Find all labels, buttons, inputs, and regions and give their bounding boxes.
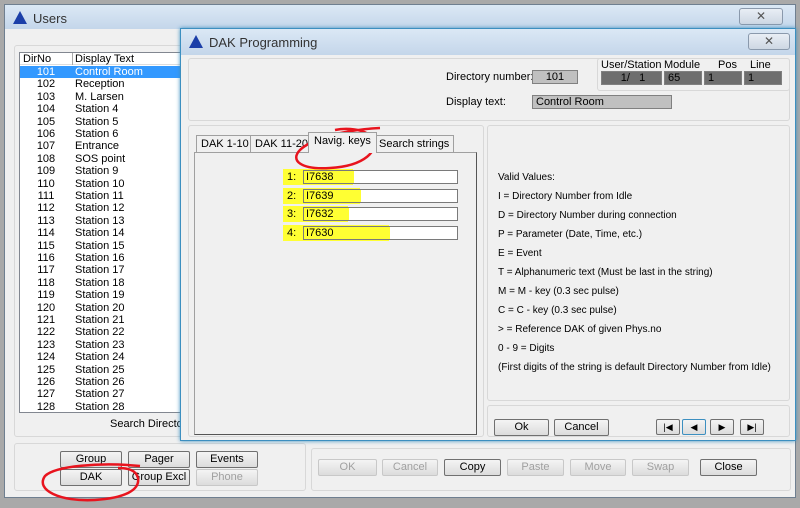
red-circle-dak bbox=[41, 463, 141, 502]
tab-navig-keys[interactable]: Navig. keys bbox=[308, 132, 377, 153]
annotation-overlay bbox=[41, 126, 381, 502]
